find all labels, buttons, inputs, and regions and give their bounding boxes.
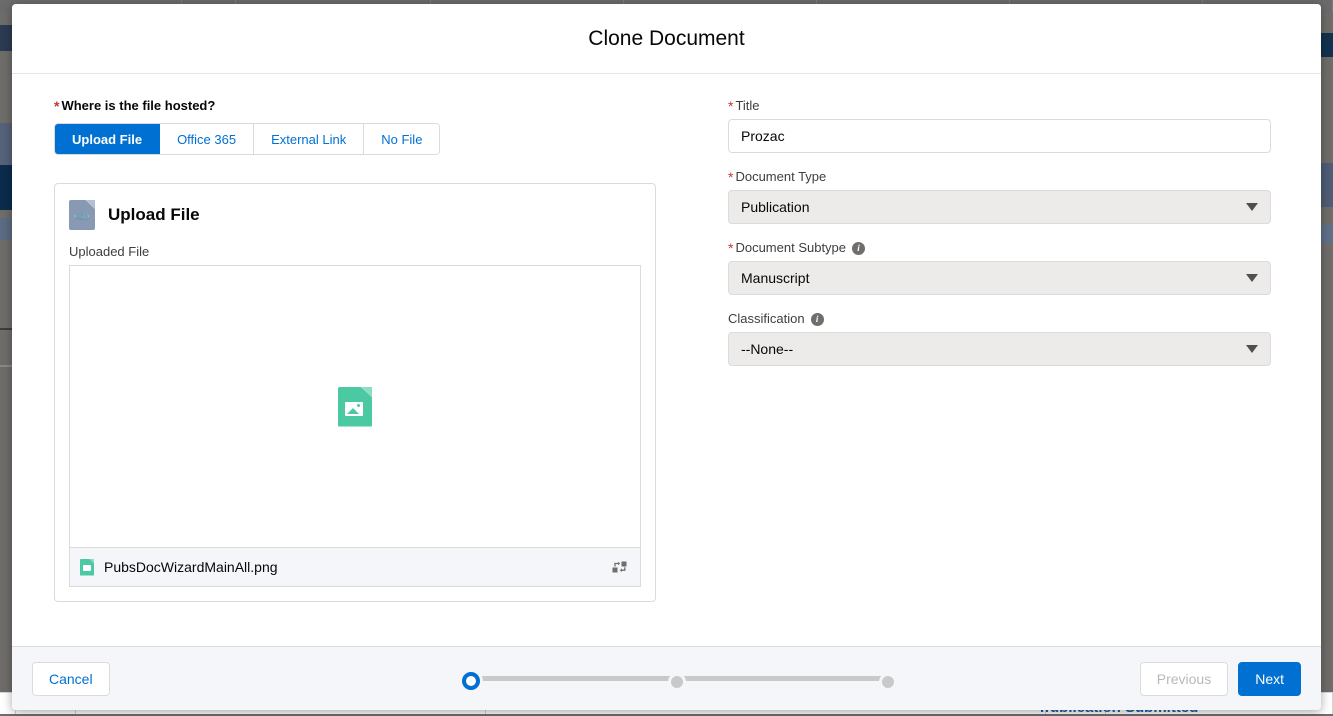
background-block xyxy=(0,123,12,165)
upload-card-title: Upload File xyxy=(108,205,200,225)
uploaded-file-row[interactable]: PubsDocWizardMainAll.png xyxy=(69,547,641,587)
background-block xyxy=(0,365,12,367)
modal-title: Clone Document xyxy=(588,27,744,51)
file-drop-area[interactable] xyxy=(69,265,641,547)
required-asterisk: * xyxy=(728,99,733,113)
modal-header: Clone Document xyxy=(12,4,1321,74)
file-hosted-label: * Where is the file hosted? xyxy=(54,98,696,114)
required-asterisk: * xyxy=(728,170,733,184)
right-column: * Title * Document Type Publication xyxy=(696,74,1321,646)
left-column: * Where is the file hosted? Upload File … xyxy=(12,74,696,646)
field-title: * Title xyxy=(728,98,1271,153)
background-block xyxy=(0,165,12,210)
wizard-progress-indicator xyxy=(462,669,902,689)
next-button[interactable]: Next xyxy=(1238,662,1301,696)
file-host-tab-group[interactable]: Upload File Office 365 External Link No … xyxy=(54,123,440,155)
uploaded-file-label: Uploaded File xyxy=(69,244,641,259)
field-classification: Classification i --None-- xyxy=(728,311,1271,366)
progress-step-2[interactable] xyxy=(668,673,686,691)
info-icon[interactable]: i xyxy=(852,242,865,255)
progress-step-1[interactable] xyxy=(462,672,480,690)
background-left-edge xyxy=(0,13,12,714)
background-block xyxy=(0,25,12,51)
title-label-text: Title xyxy=(735,98,759,114)
document-type-value: Publication xyxy=(741,199,1246,215)
image-file-icon xyxy=(80,559,94,576)
modal-body: * Where is the file hosted? Upload File … xyxy=(12,74,1321,646)
field-document-subtype: * Document Subtype i Manuscript xyxy=(728,240,1271,295)
info-icon[interactable]: i xyxy=(811,313,824,326)
document-subtype-select[interactable]: Manuscript xyxy=(728,261,1271,295)
document-type-label: * Document Type xyxy=(728,169,1271,185)
document-type-label-text: Document Type xyxy=(735,169,826,185)
document-paperclip-icon: 📎 xyxy=(69,200,95,230)
background-block xyxy=(1321,225,1333,243)
required-asterisk: * xyxy=(54,99,59,113)
cancel-button[interactable]: Cancel xyxy=(32,662,110,696)
background-block xyxy=(1321,163,1333,207)
classification-select[interactable]: --None-- xyxy=(728,332,1271,366)
clone-document-modal: Clone Document * Where is the file hoste… xyxy=(12,4,1321,710)
title-label: * Title xyxy=(728,98,1271,114)
upload-card-header: 📎 Upload File xyxy=(69,200,641,230)
background-block xyxy=(0,218,12,240)
uploaded-file-name: PubsDocWizardMainAll.png xyxy=(104,559,602,575)
required-asterisk: * xyxy=(728,241,733,255)
footer-actions: Previous Next xyxy=(1140,662,1301,696)
swap-file-icon[interactable] xyxy=(612,559,628,575)
classification-label-text: Classification xyxy=(728,311,805,327)
image-file-icon xyxy=(338,387,372,427)
document-subtype-label: * Document Subtype i xyxy=(728,240,1271,256)
classification-label: Classification i xyxy=(728,311,1271,327)
tab-upload-file[interactable]: Upload File xyxy=(55,124,160,154)
upload-file-card: 📎 Upload File Uploaded File xyxy=(54,183,656,602)
classification-value: --None-- xyxy=(741,341,1246,357)
tab-office-365[interactable]: Office 365 xyxy=(160,124,254,154)
background-block xyxy=(1321,33,1333,57)
chevron-down-icon xyxy=(1246,345,1258,353)
previous-button[interactable]: Previous xyxy=(1140,662,1228,696)
tab-no-file[interactable]: No File xyxy=(364,124,439,154)
chevron-down-icon xyxy=(1246,203,1258,211)
document-type-select[interactable]: Publication xyxy=(728,190,1271,224)
file-hosted-label-text: Where is the file hosted? xyxy=(61,98,215,114)
background-right-edge xyxy=(1321,13,1333,714)
chevron-down-icon xyxy=(1246,274,1258,282)
tab-external-link[interactable]: External Link xyxy=(254,124,364,154)
modal-footer: Cancel Previous Next xyxy=(12,646,1321,710)
title-input[interactable] xyxy=(728,119,1271,153)
background-block xyxy=(0,328,12,330)
document-subtype-value: Manuscript xyxy=(741,270,1246,286)
progress-step-3[interactable] xyxy=(879,673,897,691)
field-document-type: * Document Type Publication xyxy=(728,169,1271,224)
document-subtype-label-text: Document Subtype xyxy=(735,240,846,256)
